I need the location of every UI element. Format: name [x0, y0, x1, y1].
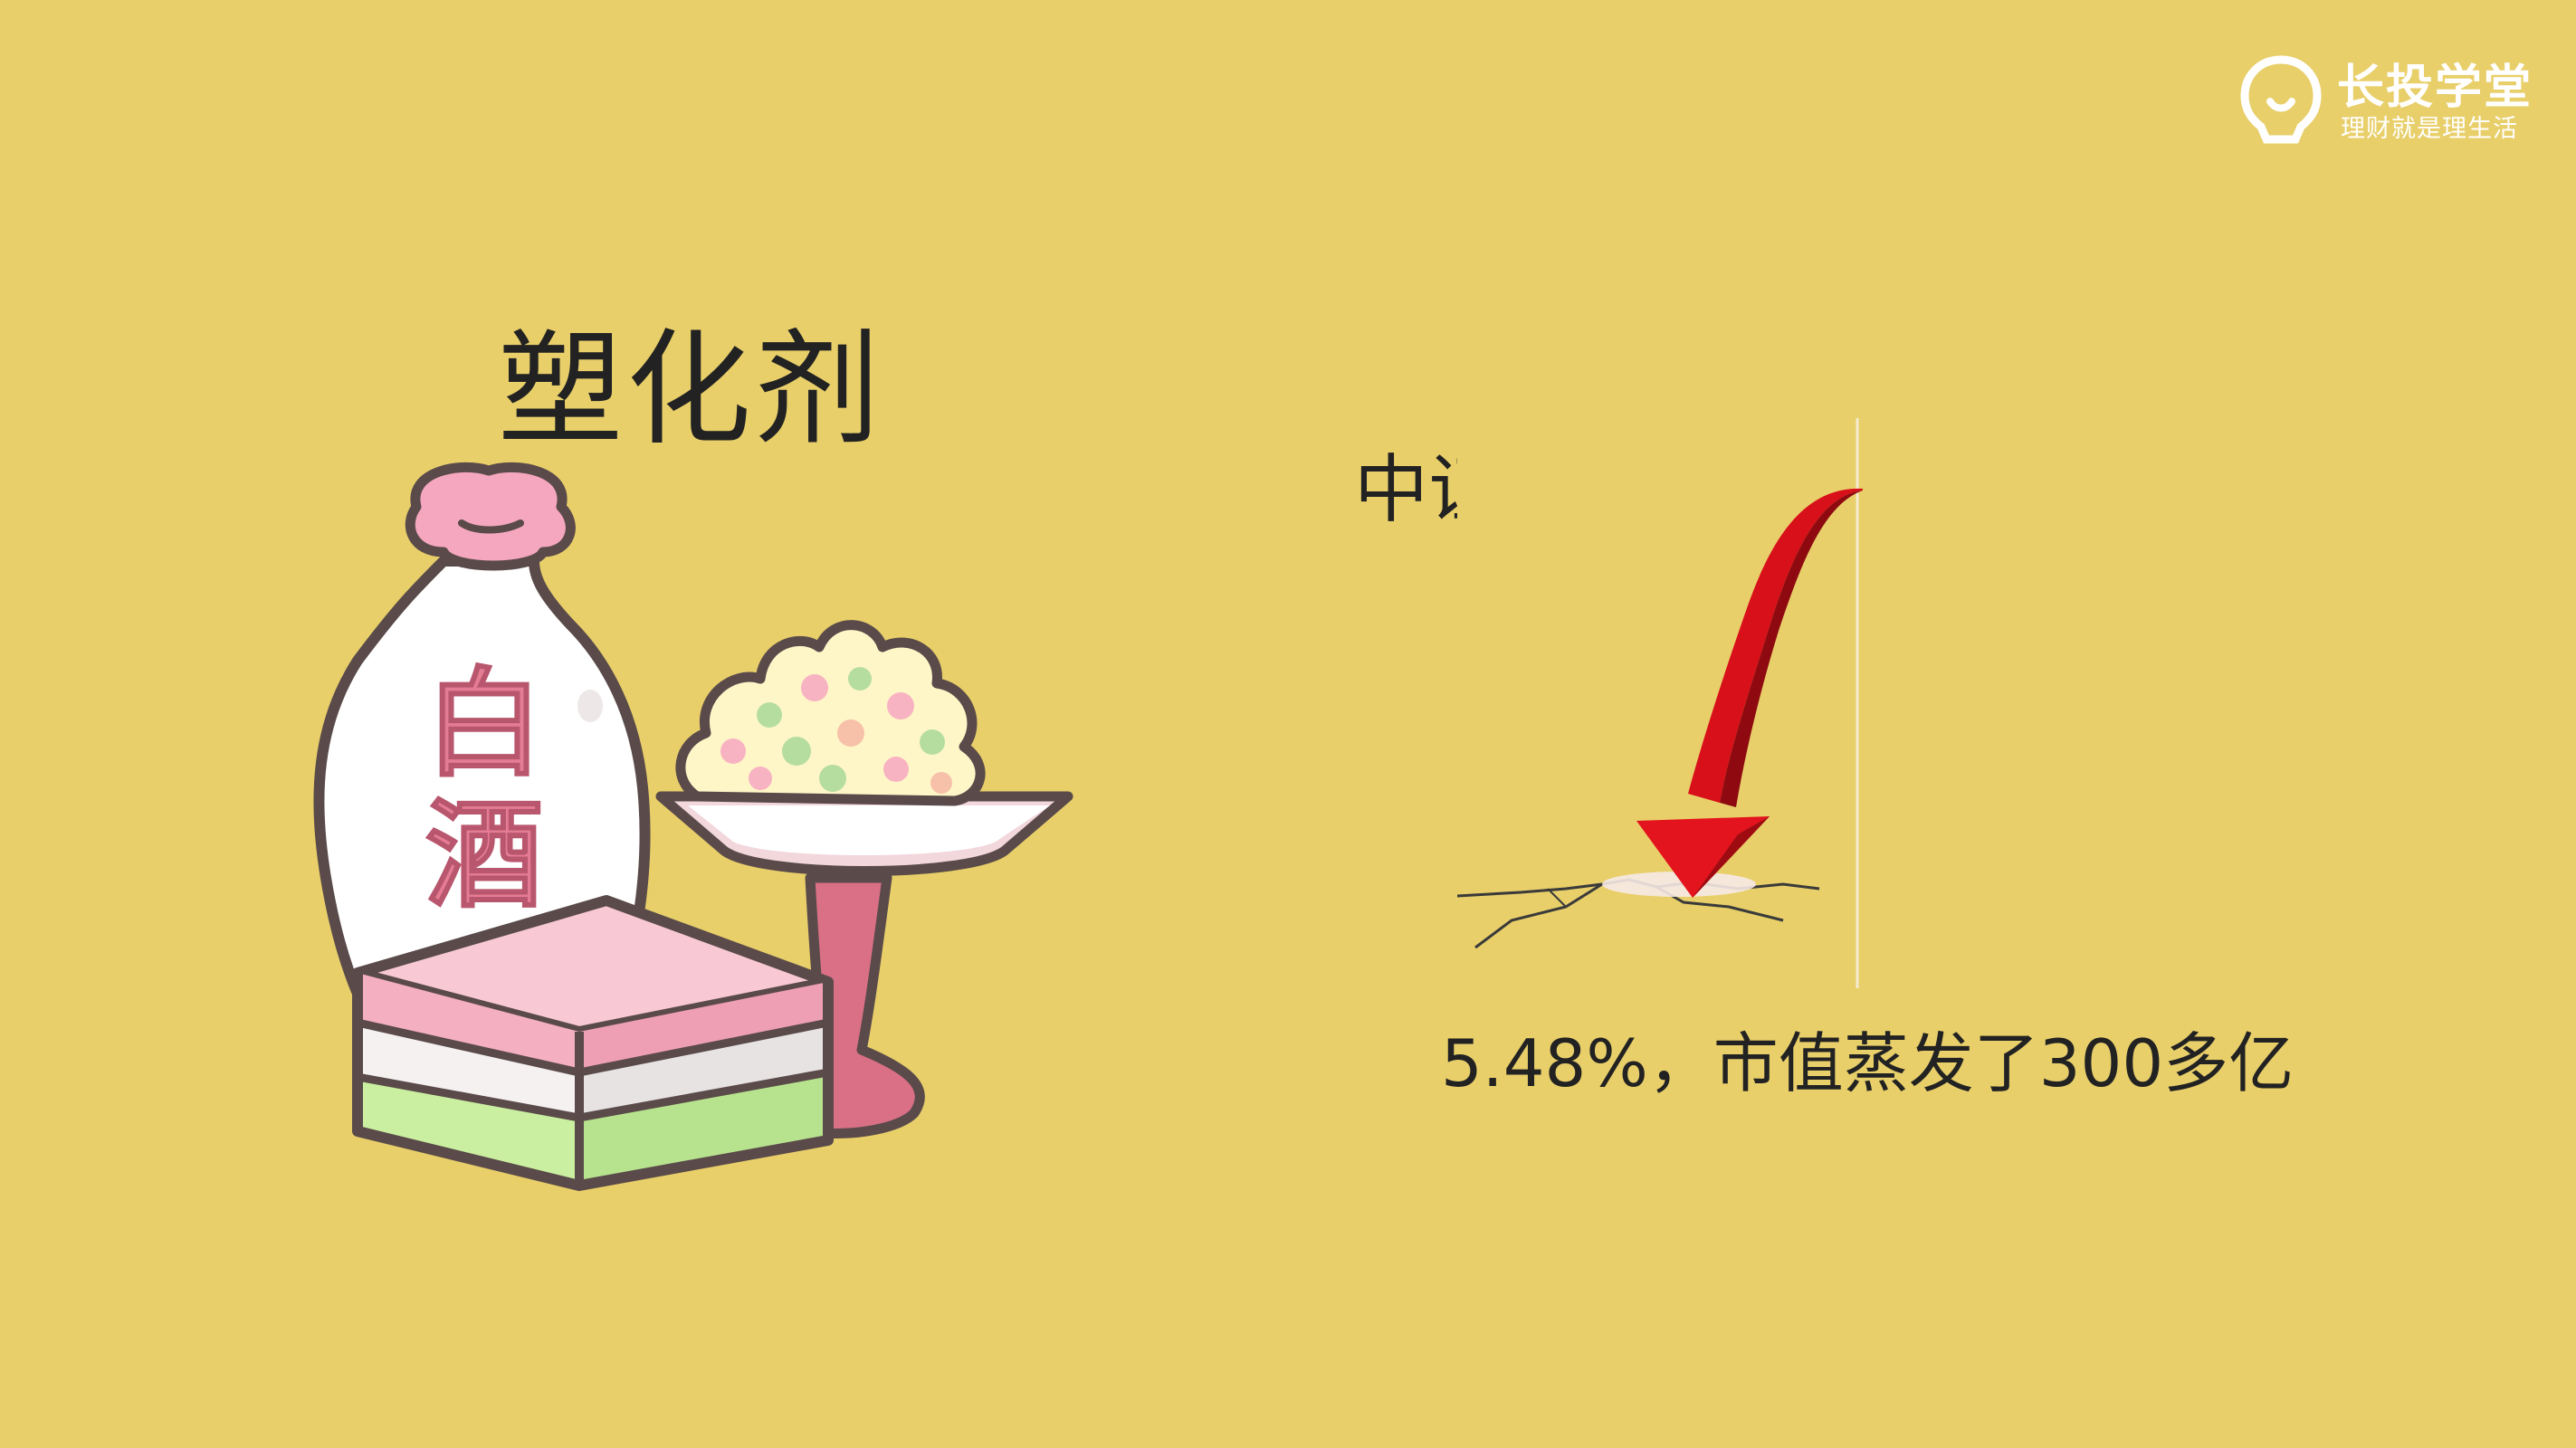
lightbulb-logo-icon — [2240, 55, 2322, 144]
bottle-label-2: 酒 — [425, 786, 543, 924]
bottle-label-1: 白 — [425, 655, 543, 793]
slide-title: 塑化剂 — [498, 317, 884, 462]
falling-arrow-image — [1457, 418, 1865, 988]
logo-title: 长投学堂 — [2337, 61, 2533, 115]
index-drop-statistic: 5.48%，市值蒸发了300多亿 — [1441, 1025, 2295, 1101]
brand-logo: 长投学堂 理财就是理生活 — [2239, 49, 2547, 148]
logo-subtitle: 理财就是理生活 — [2341, 115, 2518, 143]
illustration: 白 酒 — [313, 462, 1073, 1191]
slide: 长投学堂 理财就是理生活 塑化剂 白 酒 5.48%，市值蒸发了300多亿 — [0, 0, 2576, 1448]
